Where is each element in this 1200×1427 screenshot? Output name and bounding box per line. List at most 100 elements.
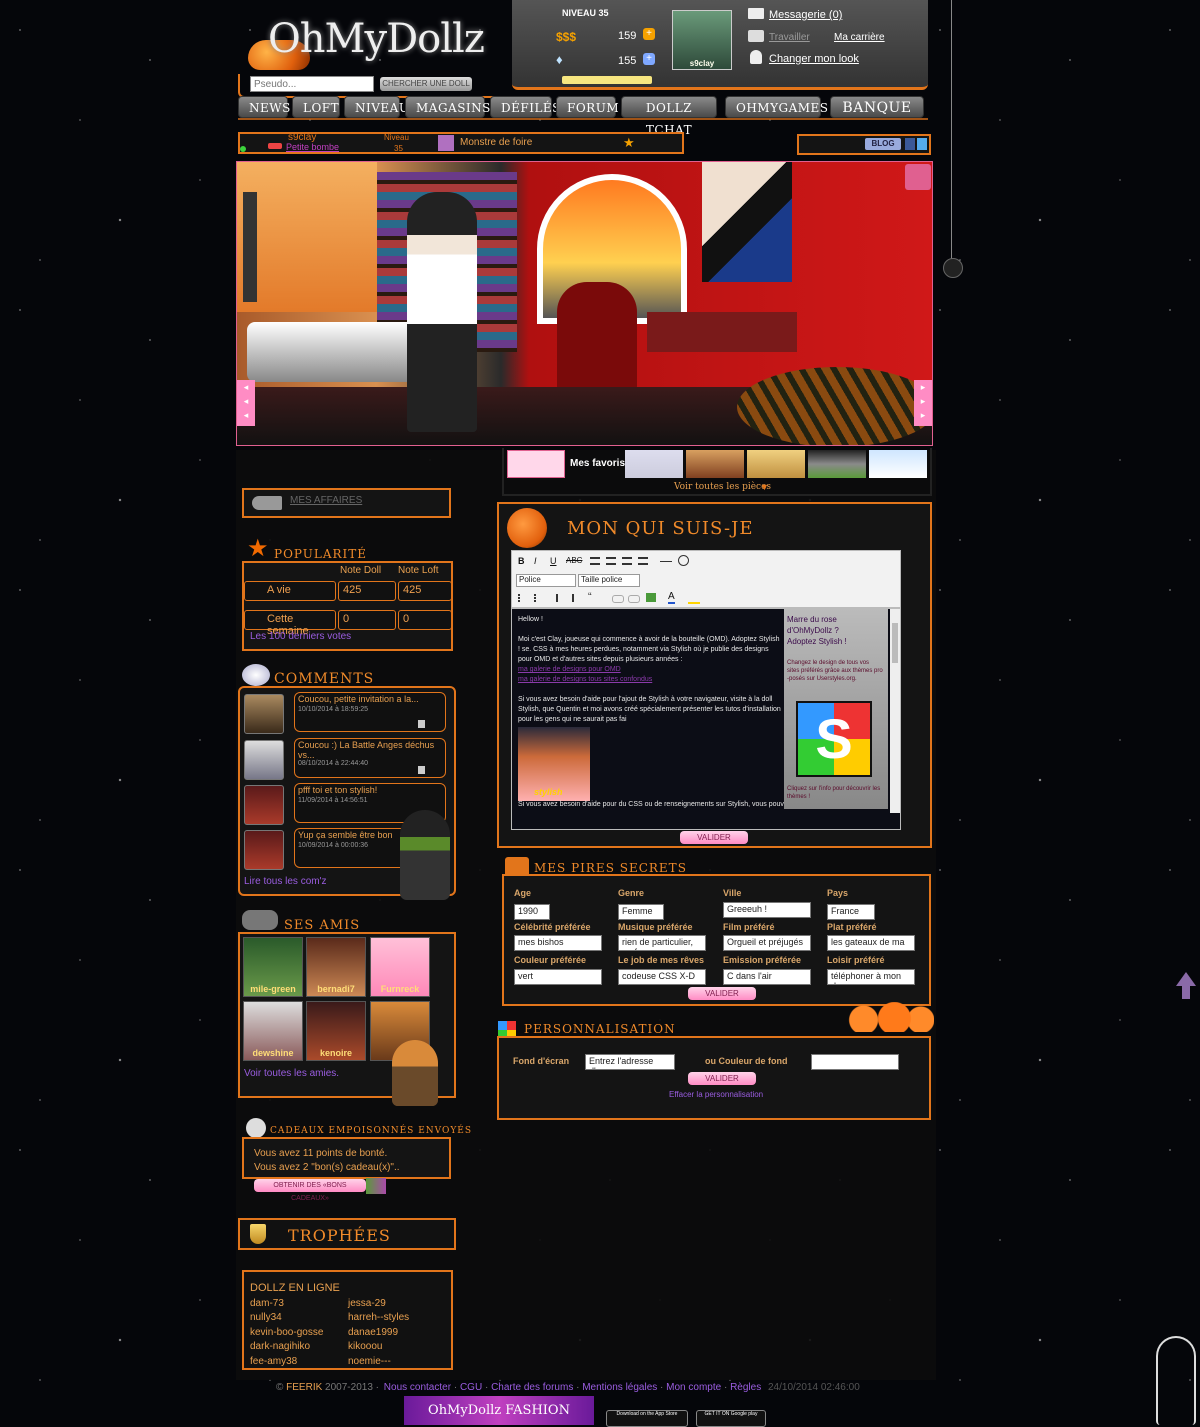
messages-link[interactable]: Messagerie (0) [769, 9, 842, 21]
work-link[interactable]: Travailler [769, 32, 810, 43]
career-link[interactable]: Ma carrière [834, 32, 885, 43]
company-link[interactable]: FEERIK [286, 1382, 322, 1393]
age-select[interactable]: 1990 [514, 904, 550, 920]
friend-avatar[interactable]: Furnreck [370, 937, 430, 997]
plat-input[interactable]: les gateaux de ma mo [827, 935, 915, 951]
bg-url-input[interactable]: Entrez l'adresse d'une [585, 1054, 675, 1070]
editor-scrollbar[interactable] [890, 609, 900, 813]
underline-button[interactable]: U [550, 556, 557, 566]
friend-avatar[interactable]: dewshine [243, 1001, 303, 1061]
affairs-link[interactable]: MES AFFAIRES [290, 495, 362, 506]
nav-defiles[interactable]: DÉFILÉS [490, 96, 560, 118]
footer-link[interactable]: Nous contacter [384, 1382, 451, 1393]
celeb-input[interactable]: mes bishos [514, 935, 602, 951]
save-icon[interactable] [905, 164, 931, 190]
online-user[interactable]: dark-nagihiko [250, 1341, 310, 1352]
footer-link[interactable]: Mon compte [666, 1382, 721, 1393]
loft-scene[interactable]: ◂ ◂ ◂ ▸ ▸ ▸ [236, 161, 933, 446]
bullet-list-button[interactable] [518, 594, 530, 602]
online-user[interactable]: harreh--styles [348, 1312, 409, 1323]
logo[interactable]: OhMyDollz [248, 12, 498, 72]
fashion-show-banner[interactable]: OhMyDollz FASHION SHOW [404, 1396, 594, 1425]
online-user[interactable]: jessa-29 [348, 1298, 386, 1309]
avatar[interactable] [244, 740, 284, 780]
secrets-validate-button[interactable]: VALIDER [688, 987, 756, 1000]
gallery-link[interactable]: ma galerie de designs tous sites confond… [518, 675, 782, 685]
star-icon[interactable]: ★ [623, 135, 635, 151]
online-user[interactable]: dam-73 [250, 1298, 284, 1309]
favorites-label[interactable]: Mes favoris [570, 458, 625, 469]
search-button[interactable]: CHERCHER UNE DOLL [380, 77, 472, 91]
doll-character[interactable] [407, 192, 477, 432]
footer-link[interactable]: Charte des forums [491, 1382, 573, 1393]
room-thumb[interactable] [625, 450, 683, 478]
outdent-button[interactable] [556, 594, 568, 602]
text-color-button[interactable]: A [668, 591, 675, 604]
download-room-thumb[interactable] [507, 450, 565, 478]
scroll-right-arrow[interactable]: ▸ ▸ ▸ [914, 380, 932, 426]
align-right-button[interactable] [622, 557, 632, 565]
gallery-link[interactable]: ma galerie de designs pour OMD [518, 665, 782, 675]
profile-title[interactable]: Petite bombe [286, 142, 339, 152]
justify-button[interactable] [638, 557, 648, 565]
music-input[interactable]: rien de particulier, au f [618, 935, 706, 951]
nav-niveau[interactable]: NIVEAU [344, 96, 409, 118]
add-diamonds-icon[interactable]: + [643, 53, 655, 65]
genre-select[interactable]: Femme [618, 904, 664, 920]
nav-dollz-tchat[interactable]: DOLLZ TCHAT [621, 96, 717, 137]
add-money-icon[interactable]: + [643, 28, 655, 40]
affairs-box[interactable]: MES AFFAIRES [242, 488, 451, 518]
bg-color-input[interactable] [811, 1054, 899, 1070]
room-thumb[interactable] [869, 450, 927, 478]
see-all-rooms-link[interactable]: Voir toutes les pièces [674, 482, 771, 492]
doll-avatar[interactable]: s9clay [672, 10, 732, 70]
see-all-friends-link[interactable]: Voir toutes les amies. [244, 1068, 339, 1079]
avatar[interactable] [244, 830, 284, 870]
room-thumb[interactable] [747, 450, 805, 478]
get-gift-vouchers-button[interactable]: OBTENIR DES «BONS CADEAUX» [254, 1179, 366, 1202]
image-button[interactable] [646, 593, 656, 602]
comment-item[interactable]: Coucou, petite invitation a la... 10/10/… [294, 692, 446, 732]
avatar[interactable] [244, 694, 284, 734]
align-center-button[interactable] [606, 557, 616, 565]
indent-button[interactable] [572, 594, 584, 602]
online-user[interactable]: noemie--- [348, 1356, 391, 1367]
app-store-badge[interactable]: Download on the App Store [606, 1410, 688, 1427]
about-validate-button[interactable]: VALIDER [680, 831, 748, 844]
bold-button[interactable]: B [518, 556, 525, 566]
scroll-left-arrow[interactable]: ◂ ◂ ◂ [237, 380, 255, 426]
nav-forum[interactable]: FORUM [556, 96, 619, 118]
google-play-badge[interactable]: GET IT ON Google play [696, 1410, 766, 1427]
twitter-icon[interactable] [917, 138, 927, 150]
nav-banque[interactable]: BANQUE [830, 96, 924, 118]
quote-button[interactable]: “ [588, 591, 592, 603]
number-list-button[interactable] [534, 594, 546, 602]
footer-link[interactable]: Règles [730, 1382, 761, 1393]
footer-link[interactable]: Mentions légales [582, 1382, 657, 1393]
nav-ohmygames[interactable]: OHMYGAMES [725, 96, 828, 118]
footer-link[interactable]: CGU [460, 1382, 482, 1393]
size-select[interactable]: Taille police [578, 574, 640, 587]
search-input[interactable] [250, 76, 374, 92]
scroll-top-arrow-icon[interactable] [1176, 972, 1196, 986]
friend-avatar[interactable]: kenoire [306, 1001, 366, 1061]
clear-personalization-link[interactable]: Effacer la personnalisation [669, 1090, 763, 1099]
change-look-link[interactable]: Changer mon look [769, 53, 859, 65]
online-user[interactable]: nully34 [250, 1312, 282, 1323]
color-input[interactable]: vert [514, 969, 602, 985]
italic-button[interactable]: I [534, 556, 537, 566]
read-all-comments-link[interactable]: Lire tous les com'z [244, 876, 327, 887]
stylish-ad[interactable]: Marre du rose d'OhMyDollz ? Adoptez Styl… [784, 609, 888, 809]
align-left-button[interactable] [590, 557, 600, 565]
horizontal-rule-button[interactable] [660, 561, 672, 562]
room-thumb[interactable] [808, 450, 866, 478]
room-thumb[interactable] [686, 450, 744, 478]
emission-input[interactable]: C dans l'air [723, 969, 811, 985]
nav-news[interactable]: NEWS [238, 96, 290, 118]
last-votes-link[interactable]: Les 100 derniers votes [250, 631, 351, 642]
comment-item[interactable]: Coucou :) La Battle Anges déchus vs... 0… [294, 738, 446, 778]
film-input[interactable]: Orgueil et préjugés [723, 935, 811, 951]
scrollbar-thumb[interactable] [892, 623, 898, 663]
blog-button[interactable]: BLOG [865, 138, 901, 150]
personalize-validate-button[interactable]: VALIDER [688, 1072, 756, 1085]
